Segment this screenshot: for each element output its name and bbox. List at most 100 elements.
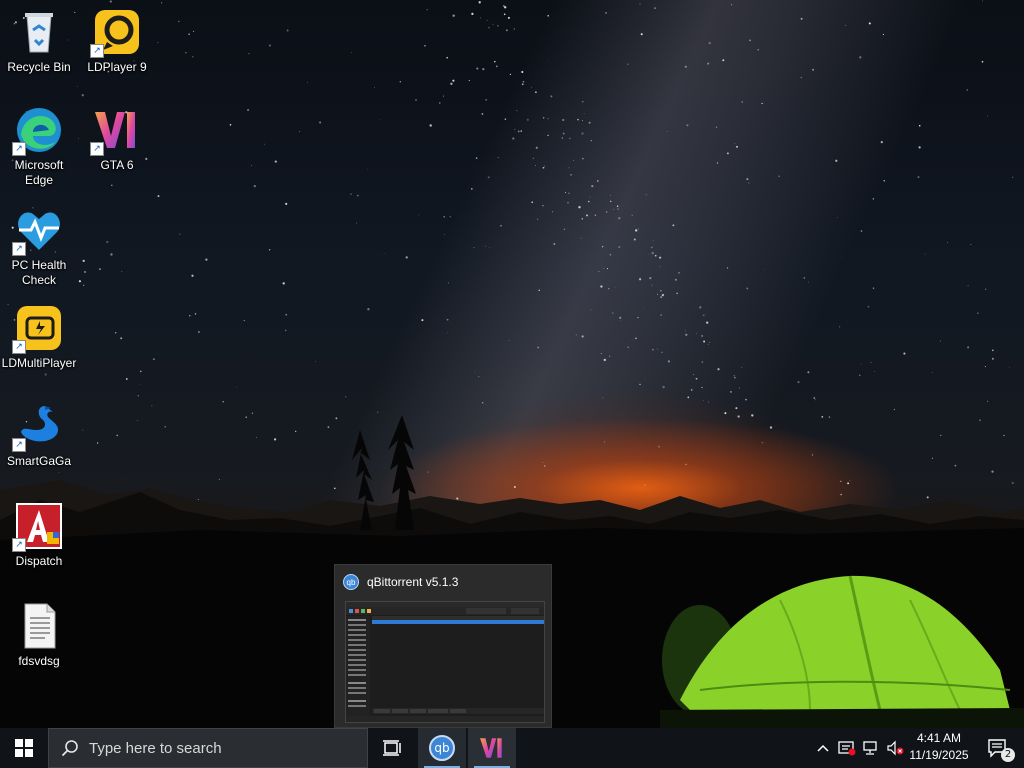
star [76, 85, 78, 87]
star [526, 118, 529, 121]
star [452, 14, 455, 17]
star [99, 268, 101, 270]
star [581, 100, 584, 103]
taskbar-search-box[interactable]: Type here to search [48, 728, 368, 768]
star [246, 108, 250, 112]
clock[interactable]: 4:41 AM 11/19/2025 [904, 730, 974, 764]
star [110, 253, 113, 256]
star [637, 316, 639, 319]
star [452, 79, 455, 82]
star [807, 281, 809, 283]
star [643, 308, 645, 310]
star [502, 5, 505, 7]
star [640, 33, 643, 36]
star [748, 182, 750, 184]
star [446, 318, 449, 321]
windows-logo-icon [15, 739, 33, 757]
star [651, 251, 654, 255]
star [509, 73, 512, 76]
star [563, 228, 565, 230]
star [580, 237, 582, 239]
star [139, 370, 142, 373]
star [985, 288, 987, 290]
star [494, 60, 496, 63]
star [193, 30, 195, 32]
star [601, 245, 604, 248]
star [235, 386, 237, 388]
star [603, 358, 606, 362]
network-tray-button[interactable] [860, 728, 882, 768]
star [1009, 366, 1010, 368]
taskbar-app-gta-6[interactable] [468, 728, 516, 768]
star [609, 355, 611, 357]
star [307, 81, 308, 83]
star [797, 381, 800, 384]
star [520, 130, 522, 132]
start-button[interactable] [0, 728, 48, 768]
star [573, 160, 574, 162]
star [449, 215, 452, 218]
star [661, 293, 665, 297]
star [1012, 176, 1014, 178]
star [645, 194, 647, 196]
desktop-icon-ldplayer-9[interactable]: ↗ LDPlayer 9 [78, 8, 156, 75]
star [185, 52, 187, 54]
star [707, 344, 709, 345]
star [859, 374, 861, 376]
show-hidden-icons-button[interactable] [812, 728, 834, 768]
task-view-button[interactable] [368, 728, 416, 768]
volume-tray-button[interactable] [884, 728, 906, 768]
star [631, 339, 633, 341]
star [690, 388, 693, 391]
star [610, 194, 611, 196]
star [991, 357, 994, 360]
star [656, 293, 659, 295]
desktop-icon-label: Dispatch [15, 554, 63, 568]
star [738, 387, 740, 389]
desktop-icon-recycle-bin[interactable]: Recycle Bin [0, 8, 78, 75]
star [83, 284, 85, 286]
star [429, 124, 432, 127]
desktop-icon-dispatch[interactable]: ↗ Dispatch [0, 502, 78, 569]
desktop-icon-pc-health-check[interactable]: ↗ PC Health Check [0, 206, 78, 288]
star [609, 253, 612, 256]
star [513, 28, 515, 30]
star [651, 284, 653, 286]
star [903, 352, 906, 355]
star [676, 292, 678, 295]
taskbar-app-qbittorrent[interactable]: qb [418, 728, 466, 768]
star [478, 1, 481, 4]
star [757, 48, 760, 51]
shortcut-arrow-icon: ↗ [12, 242, 26, 256]
desktop-icon-gta-6[interactable]: ↗ GTA 6 [78, 106, 156, 173]
star [638, 228, 639, 230]
star [687, 396, 690, 399]
desktop-icon-fdsvdsg[interactable]: fdsvdsg [0, 602, 78, 669]
star [268, 44, 272, 47]
star [627, 346, 629, 348]
star [399, 81, 401, 83]
security-tray-button[interactable] [836, 728, 858, 768]
star [987, 115, 988, 117]
desktop-icon-smartgaga[interactable]: ↗ SmartGaGa [0, 402, 78, 469]
shortcut-arrow-icon: ↗ [90, 142, 104, 156]
star [504, 6, 507, 9]
star [686, 124, 689, 127]
star [319, 121, 322, 124]
star [194, 313, 197, 315]
star [243, 319, 245, 322]
star [517, 130, 520, 133]
star [111, 184, 113, 187]
notification-center-button[interactable]: 2 [978, 728, 1018, 768]
star [569, 137, 571, 140]
desktop-icon-ldmultiplayer[interactable]: ↗ LDMultiPlayer [0, 304, 78, 371]
star [137, 395, 139, 397]
desktop-icon-microsoft-edge[interactable]: ↗ Microsoft Edge [0, 106, 78, 188]
taskbar-thumbnail-preview[interactable]: qb qBittorrent v5.1.3 [334, 564, 552, 728]
star [547, 60, 548, 62]
star [121, 271, 123, 273]
star [695, 377, 698, 380]
star [626, 63, 629, 66]
star [606, 211, 608, 213]
star [590, 309, 592, 311]
